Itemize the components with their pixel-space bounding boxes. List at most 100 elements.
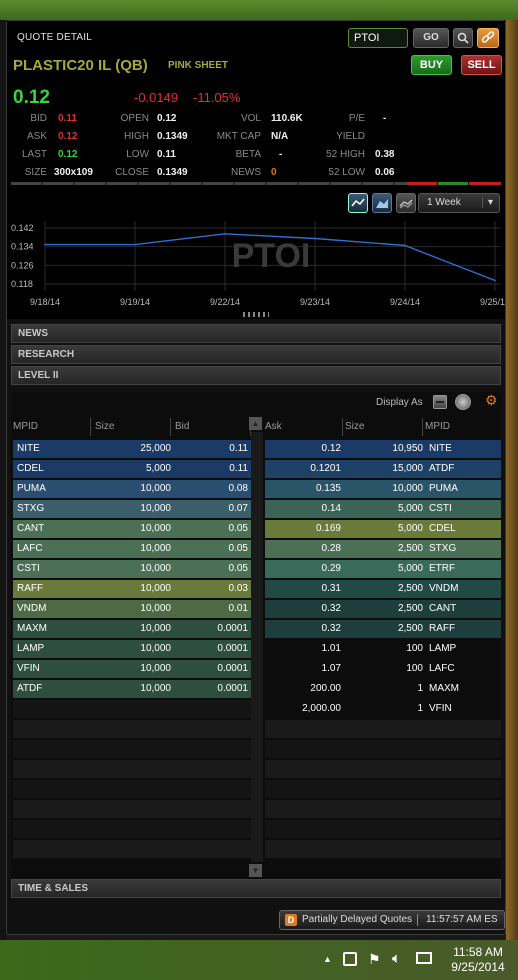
ask-size: 2,500 <box>397 543 423 554</box>
ask-row[interactable]: 0.28 2,500 STXG <box>265 540 501 558</box>
ask-row[interactable]: 0.1201 15,000 ATDF <box>265 460 501 478</box>
col-size-ask[interactable]: Size <box>345 418 423 436</box>
delayed-quotes-status[interactable]: D Partially Delayed Quotes 11:57:57 AM E… <box>279 910 505 930</box>
company-name: PLASTIC20 IL (QB) <box>13 57 148 74</box>
ask-row[interactable]: 0.29 5,000 ETRF <box>265 560 501 578</box>
bid-size: 10,000 <box>140 523 171 534</box>
col-bid[interactable]: Bid <box>175 418 251 436</box>
ask-price: 0.1201 <box>310 463 341 474</box>
center-scrollbar-track[interactable] <box>251 432 263 862</box>
ask-size: 15,000 <box>392 463 423 474</box>
ask-mpid: CANT <box>429 603 457 614</box>
ask-size: 1 <box>417 703 423 714</box>
empty-bid-row <box>13 840 251 858</box>
symbol-input[interactable]: PTOI <box>348 28 408 48</box>
display-circle-button[interactable] <box>455 394 471 410</box>
scroll-down-button[interactable]: ▼ <box>249 864 262 877</box>
col-ask[interactable]: Ask <box>265 418 343 436</box>
volume-icon[interactable]: 🔈︎ <box>392 950 401 967</box>
chart-watermark: PTOI <box>232 237 311 275</box>
range-select[interactable]: 1 Week ▾ <box>418 193 500 213</box>
open-value: 0.12 <box>157 113 177 124</box>
ask-price: 1.07 <box>321 663 341 674</box>
compare-chart-icon <box>399 199 413 209</box>
ask-row[interactable]: 200.00 1 MAXM <box>265 680 501 698</box>
chevron-down-icon: ▾ <box>481 197 493 208</box>
ask-mpid: PUMA <box>429 483 458 494</box>
go-button[interactable]: GO <box>413 28 449 48</box>
bid-value: 0.11 <box>58 113 77 124</box>
empty-ask-row <box>265 780 501 798</box>
network-icon[interactable] <box>343 952 357 966</box>
size-value: 300x109 <box>54 167 93 178</box>
price-chart[interactable]: 0.142 0.134 0.126 0.118 9/18/14 9/19/14 9/22/… <box>7 215 510 319</box>
clock[interactable]: 11:58 AM 9/25/2014 <box>448 945 508 975</box>
x-tick-label: 9/23/14 <box>300 297 330 307</box>
news-count[interactable]: 0 <box>271 167 277 178</box>
ask-row[interactable]: 2,000.00 1 VFIN <box>265 700 501 718</box>
bid-row[interactable]: CDEL 5,000 0.11 <box>13 460 251 478</box>
scroll-up-button[interactable]: ▲ <box>249 417 262 430</box>
low52-value: 0.06 <box>375 167 395 178</box>
bid-price: 0.0001 <box>217 683 248 694</box>
tray-up-arrow-icon[interactable]: ▲ <box>323 954 332 964</box>
ask-row[interactable]: 0.32 2,500 RAFF <box>265 620 501 638</box>
buy-button[interactable]: BUY <box>411 55 452 75</box>
bid-row[interactable]: MAXM 10,000 0.0001 <box>13 620 251 638</box>
ask-mpid: VFIN <box>429 703 452 714</box>
open-label: OPEN <box>120 113 149 124</box>
ask-row[interactable]: 1.01 100 LAMP <box>265 640 501 658</box>
empty-bid-row <box>13 740 251 758</box>
ask-row[interactable]: 1.07 100 LAFC <box>265 660 501 678</box>
chart-resize-handle[interactable] <box>243 312 269 317</box>
bid-size: 10,000 <box>140 683 171 694</box>
ask-row[interactable]: 0.31 2,500 VNDM <box>265 580 501 598</box>
research-section-header[interactable]: RESEARCH <box>11 345 501 364</box>
sell-button[interactable]: SELL <box>461 55 502 75</box>
ask-row[interactable]: 0.169 5,000 CDEL <box>265 520 501 538</box>
beta-value: - <box>279 149 283 160</box>
bid-size: 10,000 <box>140 623 171 634</box>
ask-row[interactable]: 0.14 5,000 CSTI <box>265 500 501 518</box>
bid-row[interactable]: STXG 10,000 0.07 <box>13 500 251 518</box>
chart-area-button[interactable] <box>372 193 392 213</box>
bid-row[interactable]: VNDM 10,000 0.01 <box>13 600 251 618</box>
bid-row[interactable]: CANT 10,000 0.05 <box>13 520 251 538</box>
bid-row[interactable]: PUMA 10,000 0.08 <box>13 480 251 498</box>
clock-time: 11:58 AM <box>453 945 503 959</box>
link-button[interactable] <box>477 28 499 48</box>
chart-compare-button[interactable] <box>396 193 416 213</box>
bid-row[interactable]: LAFC 10,000 0.05 <box>13 540 251 558</box>
settings-gear-icon[interactable]: ⚙ <box>485 392 498 409</box>
search-button[interactable] <box>453 28 473 48</box>
bid-mpid: LAFC <box>17 543 43 554</box>
bid-row[interactable]: VFIN 10,000 0.0001 <box>13 660 251 678</box>
mktcap-value: N/A <box>271 131 289 142</box>
chart-x-ticks: 9/18/14 9/19/14 9/22/14 9/23/14 9/24/14 9/25/… <box>30 297 510 307</box>
ask-row[interactable]: 0.32 2,500 CANT <box>265 600 501 618</box>
ask-row[interactable]: 0.135 10,000 PUMA <box>265 480 501 498</box>
bid-row[interactable]: LAMP 10,000 0.0001 <box>13 640 251 658</box>
bid-row[interactable]: CSTI 10,000 0.05 <box>13 560 251 578</box>
high52-label: 52 HIGH <box>326 149 365 160</box>
bid-row[interactable]: ATDF 10,000 0.0001 <box>13 680 251 698</box>
level2-section-header[interactable]: LEVEL II <box>11 366 501 385</box>
col-mpid-ask[interactable]: MPID <box>425 418 501 436</box>
time-sales-section-header[interactable]: TIME & SALES <box>11 879 501 898</box>
chart-line-button[interactable] <box>348 193 368 213</box>
flag-icon[interactable]: ⚑ <box>368 951 381 968</box>
bid-row[interactable]: NITE 25,000 0.11 <box>13 440 251 458</box>
display-bar-button[interactable] <box>433 395 447 409</box>
col-mpid-bid[interactable]: MPID <box>13 418 91 436</box>
search-icon <box>457 32 469 44</box>
ask-row[interactable]: 0.12 10,950 NITE <box>265 440 501 458</box>
ask-price: 0.32 <box>321 603 341 614</box>
display-icon[interactable] <box>416 952 432 964</box>
ask-size: 5,000 <box>397 503 423 514</box>
news-section-header[interactable]: NEWS <box>11 324 501 343</box>
close-value: 0.1349 <box>157 167 188 178</box>
bid-row[interactable]: RAFF 10,000 0.03 <box>13 580 251 598</box>
col-size-bid[interactable]: Size <box>95 418 171 436</box>
ask-mpid: CSTI <box>429 503 452 514</box>
empty-ask-row <box>265 760 501 778</box>
